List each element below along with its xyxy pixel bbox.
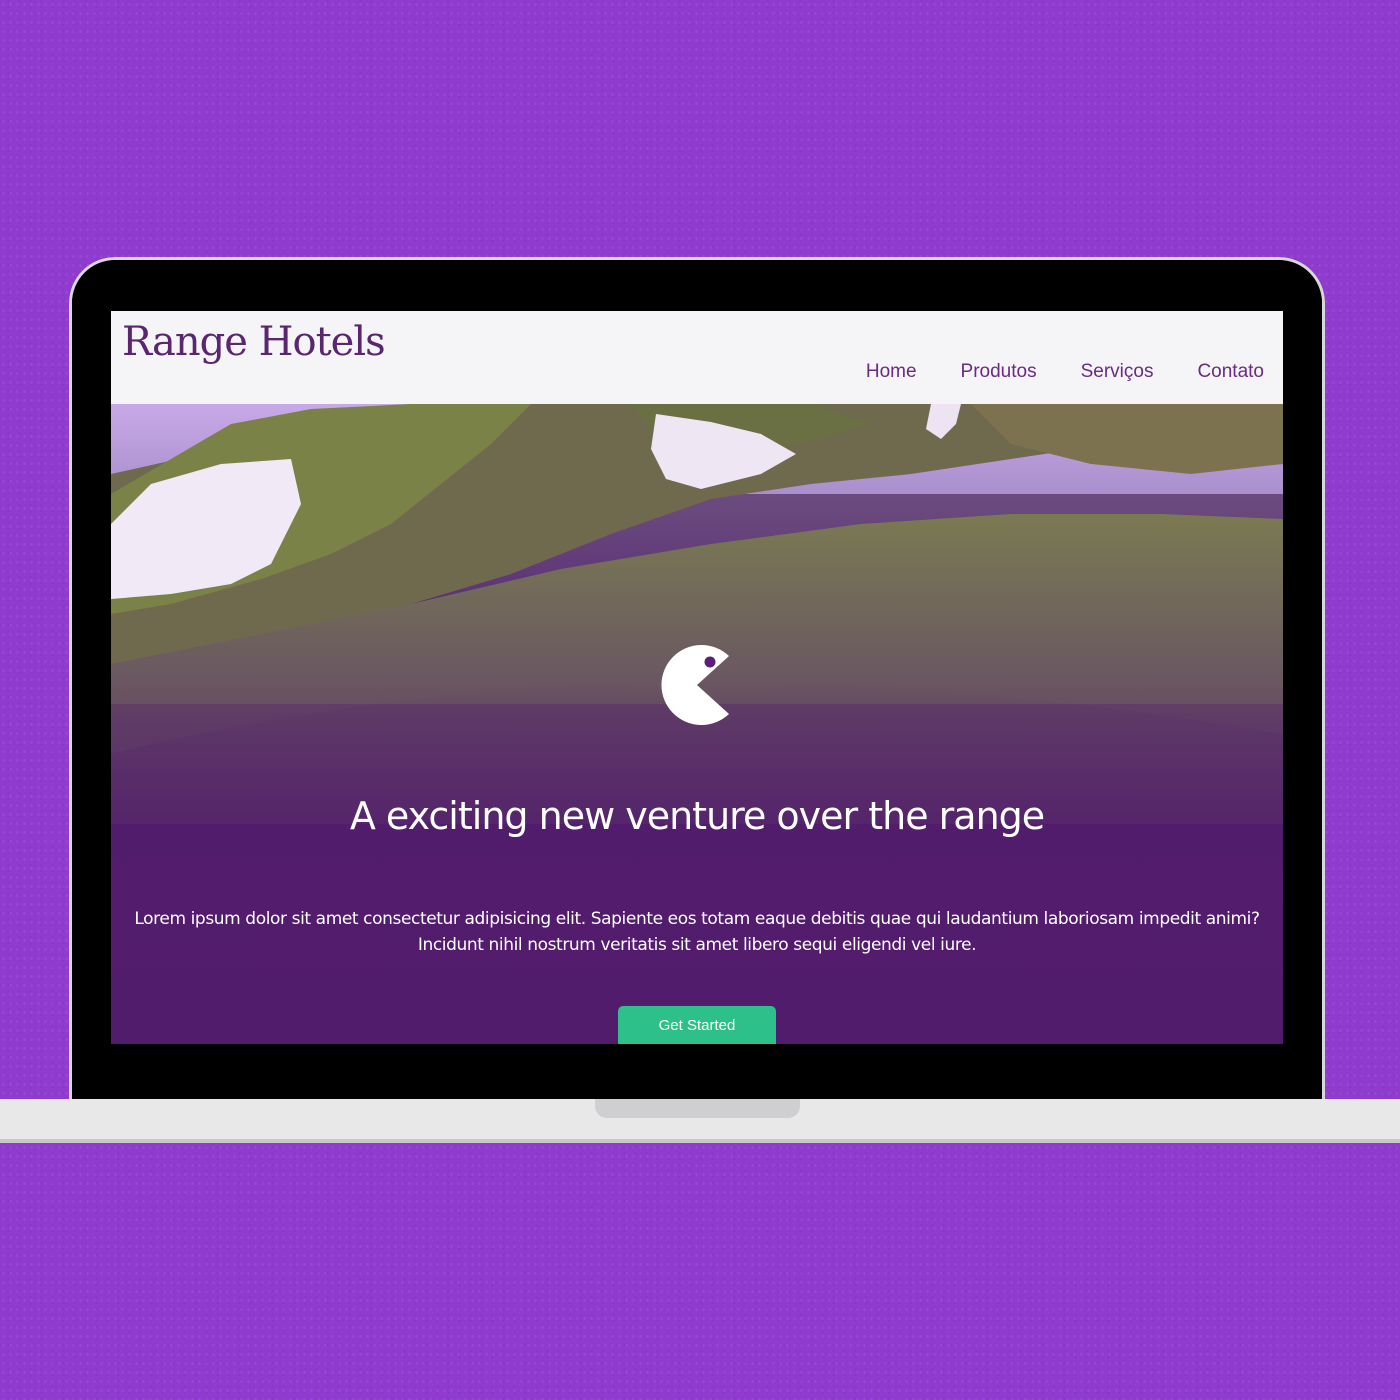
nav-contato[interactable]: Contato bbox=[1197, 361, 1264, 383]
laptop-screen: Range Hotels Home Produtos Serviços Cont… bbox=[111, 311, 1283, 1044]
hero-section: A exciting new venture over the range Lo… bbox=[111, 404, 1283, 1044]
pacman-icon bbox=[661, 645, 729, 725]
get-started-button[interactable]: Get Started bbox=[618, 1006, 776, 1044]
hero-description: Lorem ipsum dolor sit amet consectetur a… bbox=[134, 909, 1260, 955]
nav-home[interactable]: Home bbox=[866, 361, 917, 383]
main-nav: Home Produtos Serviços Contato bbox=[866, 361, 1264, 383]
site-logo[interactable]: Range Hotels bbox=[122, 319, 386, 365]
laptop-hinge-notch bbox=[595, 1099, 800, 1118]
hero-title: A exciting new venture over the range bbox=[349, 794, 1045, 838]
nav-servicos[interactable]: Serviços bbox=[1081, 361, 1154, 383]
site-header: Range Hotels Home Produtos Serviços Cont… bbox=[111, 311, 1283, 404]
nav-produtos[interactable]: Produtos bbox=[961, 361, 1037, 383]
